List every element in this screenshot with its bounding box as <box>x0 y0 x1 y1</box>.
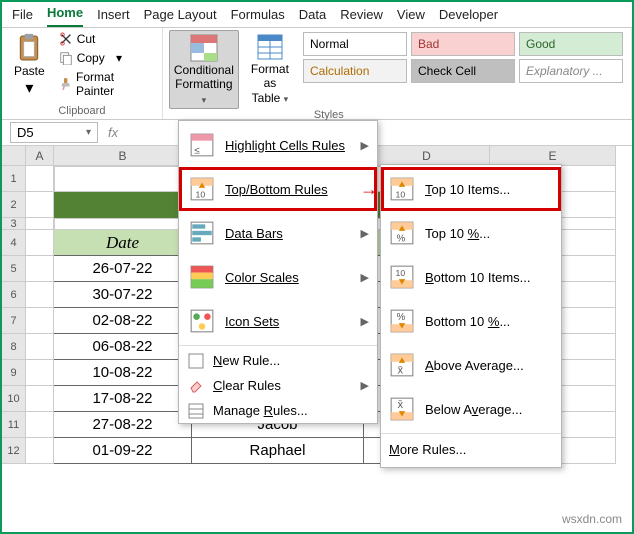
scissors-icon <box>59 32 73 46</box>
iconsets-icon <box>189 308 215 334</box>
tab-pagelayout[interactable]: Page Layout <box>144 7 217 27</box>
chevron-right-icon: ▶ <box>361 315 369 328</box>
paste-button[interactable]: Paste ▾ <box>8 30 51 100</box>
menu-more-rules[interactable]: More Rules... <box>381 436 561 467</box>
name-box[interactable]: D5▾ <box>10 122 98 143</box>
menu-bottom-10-percent[interactable]: % Bottom 10 %... <box>381 299 561 343</box>
tab-data[interactable]: Data <box>299 7 326 27</box>
svg-text:≤: ≤ <box>194 146 200 157</box>
svg-text:x̄: x̄ <box>398 399 404 411</box>
watermark: wsxdn.com <box>562 512 622 526</box>
top10-percent-icon: % <box>389 220 415 246</box>
arrow-right-icon: → <box>360 179 378 200</box>
cut-label: Cut <box>77 32 96 46</box>
style-bad[interactable]: Bad <box>411 32 515 56</box>
brush-icon <box>59 77 72 91</box>
menu-top-bottom-rules[interactable]: 10 Top/Bottom Rules → <box>179 167 377 211</box>
chevron-right-icon: ▶ <box>361 379 369 392</box>
top-bottom-rules-submenu: 10 Top 10 Items... % Top 10 %... 10 Bott… <box>380 164 562 468</box>
chevron-right-icon: ▶ <box>361 271 369 284</box>
menu-icon-sets[interactable]: Icon Sets▶ <box>179 299 377 343</box>
copy-icon <box>59 51 73 65</box>
style-normal[interactable]: Normal <box>303 32 407 56</box>
hdr-date[interactable]: Date <box>54 230 192 256</box>
chevron-down-icon: ▾ <box>284 94 289 104</box>
menu-top-10-items[interactable]: 10 Top 10 Items... <box>381 167 561 211</box>
format-as-table-button[interactable]: Format as Table ▾ <box>243 30 297 109</box>
new-rule-icon <box>188 353 204 369</box>
format-painter-label: Format Painter <box>76 70 152 98</box>
svg-text:10: 10 <box>396 190 406 200</box>
style-calculation[interactable]: Calculation <box>303 59 407 83</box>
chevron-down-icon: ▾ <box>202 95 207 105</box>
menu-above-average[interactable]: x̄ Above Average... <box>381 343 561 387</box>
menu-below-average[interactable]: x̄ Below Average... <box>381 387 561 431</box>
conditional-formatting-menu: ≤ Highlight Cells Rules▶ 10 Top/Bottom R… <box>178 120 378 424</box>
cut-button[interactable]: Cut <box>55 31 156 47</box>
tab-review[interactable]: Review <box>340 7 383 27</box>
ribbon: Paste ▾ Cut Copy ▾ Format Painter Clipbo… <box>2 28 632 120</box>
top10-items-icon: 10 <box>389 176 415 202</box>
col-b-header[interactable]: B <box>54 146 192 166</box>
paste-label: Paste <box>14 64 45 78</box>
eraser-icon <box>188 378 204 394</box>
above-average-icon: x̄ <box>389 352 415 378</box>
highlight-icon: ≤ <box>189 132 215 158</box>
menu-new-rule[interactable]: New Rule... <box>179 348 377 373</box>
style-check-cell[interactable]: Check Cell <box>411 59 515 83</box>
conditional-formatting-button[interactable]: Conditional Formatting ▾ <box>169 30 239 109</box>
style-good[interactable]: Good <box>519 32 623 56</box>
cell-styles-gallery[interactable]: Normal Bad Good Calculation Check Cell E… <box>301 30 625 109</box>
menu-color-scales[interactable]: Color Scales▶ <box>179 255 377 299</box>
chevron-down-icon[interactable]: ▾ <box>86 127 91 138</box>
col-d-header[interactable]: D <box>364 146 490 166</box>
bottom10-percent-icon: % <box>389 308 415 334</box>
databars-icon <box>189 220 215 246</box>
svg-text:x̄: x̄ <box>398 365 404 377</box>
below-average-icon: x̄ <box>389 396 415 422</box>
tab-view[interactable]: View <box>397 7 425 27</box>
chevron-down-icon: ▾ <box>25 78 33 98</box>
clipboard-group-label: Clipboard <box>8 105 156 119</box>
menu-top-10-percent[interactable]: % Top 10 %... <box>381 211 561 255</box>
style-explanatory[interactable]: Explanatory ... <box>519 59 623 83</box>
conditional-formatting-icon <box>189 33 219 63</box>
svg-text:%: % <box>397 312 406 323</box>
clipboard-icon <box>16 32 42 64</box>
menu-highlight-cells-rules[interactable]: ≤ Highlight Cells Rules▶ <box>179 123 377 167</box>
menu-data-bars[interactable]: Data Bars▶ <box>179 211 377 255</box>
ribbon-tabs: File Home Insert Page Layout Formulas Da… <box>2 2 632 28</box>
copy-button[interactable]: Copy ▾ <box>55 50 156 66</box>
topbottom-icon: 10 <box>189 176 215 202</box>
format-painter-button[interactable]: Format Painter <box>55 69 156 99</box>
chevron-right-icon: ▶ <box>361 227 369 240</box>
bottom10-items-icon: 10 <box>389 264 415 290</box>
fx-icon[interactable]: fx <box>98 125 128 140</box>
svg-text:10: 10 <box>396 268 406 278</box>
chevron-down-icon: ▾ <box>116 51 122 65</box>
svg-text:10: 10 <box>196 190 206 200</box>
tab-file[interactable]: File <box>12 7 33 27</box>
col-e-header[interactable]: E <box>490 146 616 166</box>
svg-text:%: % <box>397 234 406 245</box>
tab-formulas[interactable]: Formulas <box>231 7 285 27</box>
tab-developer[interactable]: Developer <box>439 7 498 27</box>
group-clipboard: Paste ▾ Cut Copy ▾ Format Painter Clipbo… <box>2 28 163 119</box>
menu-clear-rules[interactable]: Clear Rules▶ <box>179 373 377 398</box>
copy-label: Copy <box>77 51 105 65</box>
tab-home[interactable]: Home <box>47 5 83 27</box>
table-icon <box>255 32 285 62</box>
manage-icon <box>188 403 204 419</box>
col-a-header[interactable]: A <box>26 146 54 166</box>
chevron-right-icon: ▶ <box>361 139 369 152</box>
select-all-corner[interactable] <box>2 146 26 166</box>
tab-insert[interactable]: Insert <box>97 7 130 27</box>
menu-manage-rules[interactable]: Manage Rules... <box>179 398 377 423</box>
colorscales-icon <box>189 264 215 290</box>
menu-bottom-10-items[interactable]: 10 Bottom 10 Items... <box>381 255 561 299</box>
group-styles: Conditional Formatting ▾ Format as Table… <box>163 28 632 119</box>
